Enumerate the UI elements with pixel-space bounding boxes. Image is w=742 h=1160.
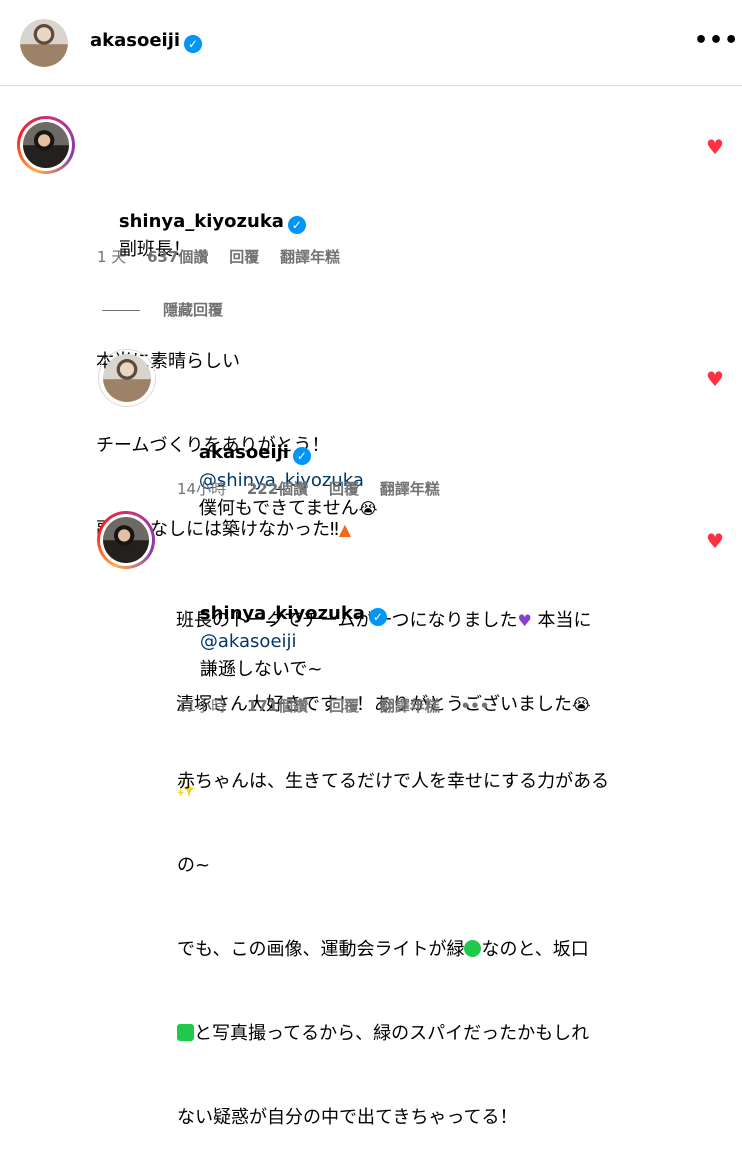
reply-likes[interactable]: 171個讚 (247, 697, 308, 715)
translate-button[interactable]: 翻譯年糕 (380, 480, 440, 498)
reply-username[interactable]: akasoeiji (199, 442, 289, 463)
verified-badge-icon: ✓ (368, 608, 387, 626)
reply-text: 謙遜しないで~ (199, 659, 323, 680)
reply-text: ない疑惑が自分の中で出てきちゃってる！ (177, 1107, 518, 1128)
reply-avatar[interactable] (98, 349, 156, 407)
translate-button[interactable]: 翻譯年糕 (380, 697, 440, 715)
green-circle-icon (464, 940, 482, 957)
like-heart-icon[interactable]: ♥ (706, 137, 726, 157)
more-options-icon[interactable]: ••• (694, 28, 739, 53)
translate-button[interactable]: 翻譯年糕 (280, 248, 340, 266)
reply-avatar[interactable] (97, 511, 155, 569)
reply-button[interactable]: 回覆 (329, 480, 359, 498)
reply-time: 14小時 (177, 480, 227, 498)
header-username[interactable]: akasoeiji (90, 30, 180, 51)
reply-time: 11小時 (177, 697, 227, 715)
comment-likes[interactable]: 637個讚 (147, 248, 208, 266)
verified-badge-icon: ✓ (287, 216, 306, 234)
hide-replies-button[interactable]: 隱藏回覆 (163, 299, 223, 320)
verified-badge-icon: ✓ (184, 35, 203, 53)
reply-text: なのと、坂口 (481, 939, 589, 960)
reply-text: と写真撮ってるから、緑のスパイだったかもしれ (194, 1023, 590, 1044)
reply-likes[interactable]: 222個讚 (247, 480, 308, 498)
comment-time: 1 天 (97, 248, 127, 266)
header-avatar[interactable] (20, 19, 68, 67)
verified-badge-icon: ✓ (292, 447, 311, 465)
like-heart-icon[interactable]: ♥ (706, 531, 726, 551)
comment-meta: 1 天 637個讚 回覆 翻譯年糕 (97, 246, 356, 267)
hide-replies-line (102, 310, 140, 311)
mention-link[interactable]: @akasoeiji (200, 631, 297, 652)
reply-body: shinya_kiyozuka ✓ @akasoeiji 謙遜しないで~ 赤ちゃん… (177, 516, 702, 1160)
comment-avatar[interactable] (17, 116, 75, 174)
reply-meta: 11小時 171個讚 回覆 翻譯年糕 ••• (177, 695, 505, 716)
like-heart-icon[interactable]: ♥ (706, 369, 726, 389)
reply-text: の~ (177, 855, 211, 876)
reply-text: でも、この画像、運動会ライトが緑 (177, 939, 465, 960)
reply-button[interactable]: 回覆 (329, 697, 359, 715)
reply-text: 赤ちゃんは、生きてるだけで人を幸せにする力がある (177, 771, 610, 792)
reply-button[interactable]: 回覆 (229, 248, 259, 266)
reply-username[interactable]: shinya_kiyozuka (200, 603, 365, 624)
header-user: akasoeiji ✓ (90, 30, 203, 53)
more-options-icon[interactable]: ••• (461, 697, 490, 715)
comment-username[interactable]: shinya_kiyozuka (119, 211, 284, 232)
reply-meta: 14小時 222個讚 回覆 翻譯年糕 (177, 478, 456, 499)
green-square-icon (177, 1024, 194, 1041)
